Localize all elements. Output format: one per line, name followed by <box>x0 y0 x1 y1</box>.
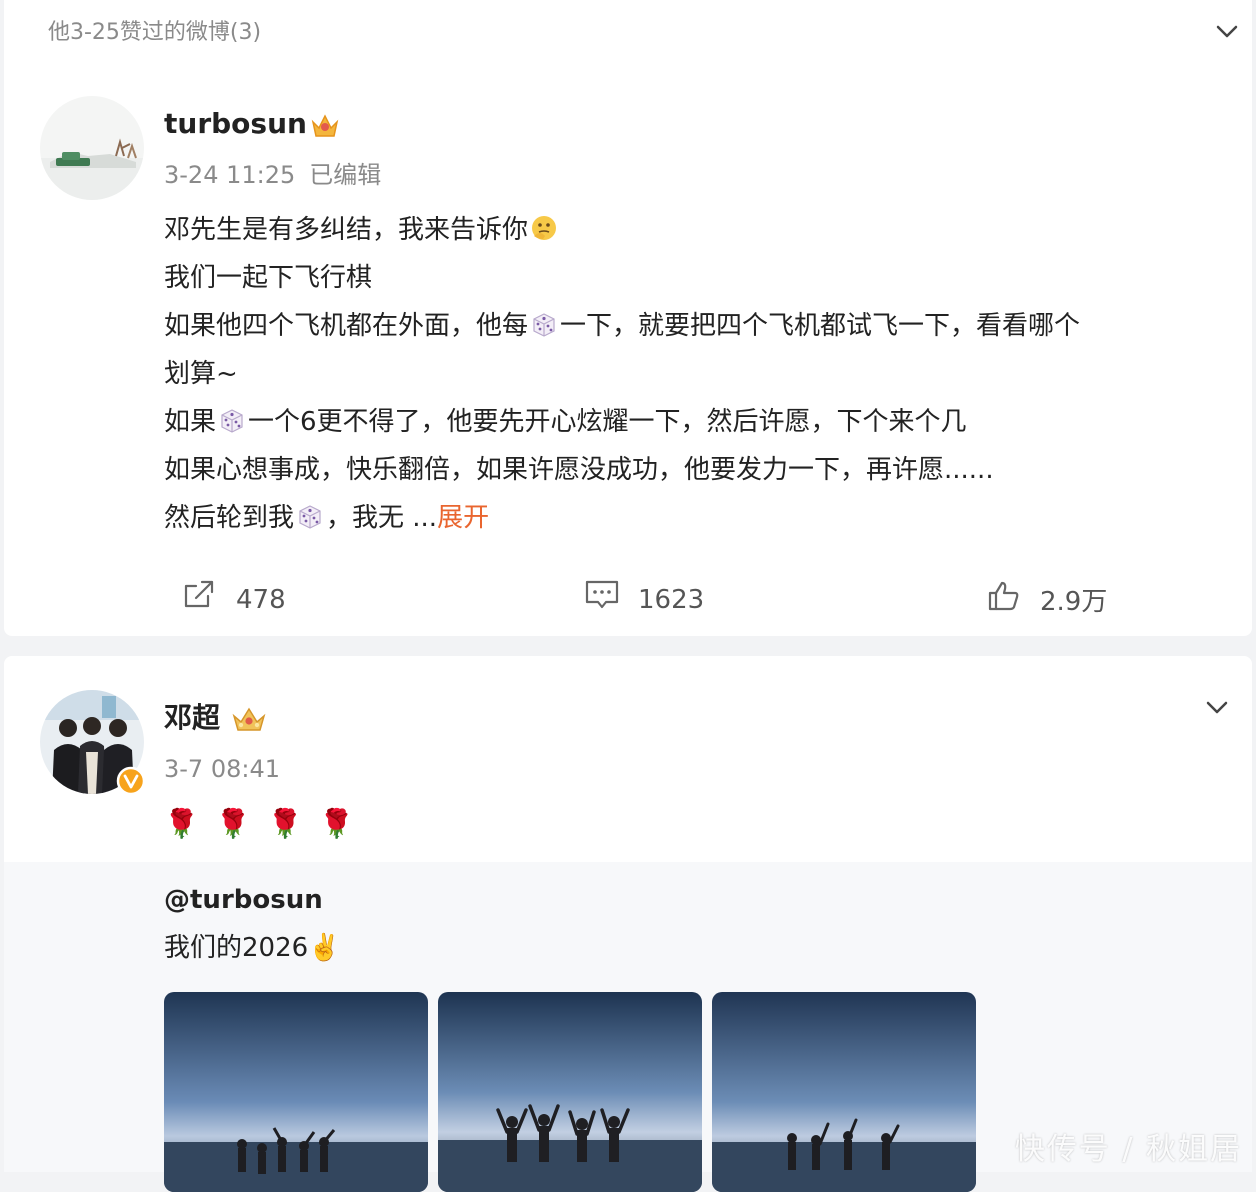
comment-icon <box>584 578 638 622</box>
repost-text: 我们的2026✌️ <box>164 933 341 963</box>
like-count: 2.9万 <box>1040 587 1108 617</box>
post-line: 如果心想事成，快乐翻倍，如果许愿没成功，他要发力一下，再许愿...... <box>164 455 994 485</box>
post-time[interactable]: 3-7 08:41 <box>164 752 280 786</box>
post-time[interactable]: 3-24 11:25 <box>164 161 295 189</box>
verified-badge-icon <box>116 766 146 800</box>
section-title: 他3-25赞过的微博(3) <box>48 20 262 45</box>
share-icon <box>182 578 236 622</box>
post-line: 邓先生是有多纠结，我来告诉你 <box>164 206 560 254</box>
edited-label: 已编辑 <box>309 161 382 189</box>
photo-thumbnail[interactable] <box>164 992 428 1192</box>
repost-button[interactable]: 478 <box>182 578 286 622</box>
watermark: 快传号 / 秋姐居 <box>1014 1132 1242 1167</box>
post-line: 如果他四个飞机都在外面，他每 一下，就要把四个飞机都试飞一下，看看哪个 <box>164 302 1080 350</box>
post-card: 邓超 3-7 08:41 🌹 🌹 🌹 🌹 @turbosun 我们的2026✌️ <box>4 656 1252 1192</box>
like-button[interactable]: 2.9万 <box>986 580 1107 624</box>
dice-emoji-icon <box>296 498 324 529</box>
dice-emoji-icon <box>530 306 558 337</box>
comment-count: 1623 <box>638 585 705 615</box>
username[interactable]: 邓超 <box>164 698 220 738</box>
thumbs-up-icon <box>986 580 1040 624</box>
expand-link[interactable]: 展开 <box>437 503 489 533</box>
thinking-emoji-icon <box>530 210 558 240</box>
dice-emoji-icon <box>218 402 246 433</box>
avatar[interactable] <box>40 96 144 200</box>
chevron-down-icon[interactable] <box>1214 18 1240 44</box>
comment-button[interactable]: 1623 <box>584 578 704 622</box>
photo-thumbnail[interactable] <box>712 992 976 1192</box>
crown-badge-icon <box>310 112 340 144</box>
repost-count: 478 <box>236 585 286 615</box>
post-line: 如果 一个6更不得了，他要先开心炫耀一下，然后许愿，下个来个几 <box>164 398 967 446</box>
post-meta: 3-24 11:25 已编辑 <box>164 158 395 192</box>
rose-emoji-row: 🌹 🌹 🌹 🌹 <box>164 807 359 840</box>
post-line: 划算~ <box>164 359 238 389</box>
chevron-down-icon[interactable] <box>1204 694 1230 720</box>
crown-badge-icon <box>230 704 268 738</box>
post-line: 然后轮到我 ，我无 ...展开 <box>164 494 489 542</box>
liked-posts-card: 他3-25赞过的微博(3) turbosun 3-24 11:25 已编辑 邓先生… <box>4 0 1252 636</box>
repost-username[interactable]: @turbosun <box>164 880 323 920</box>
photo-thumbnail[interactable] <box>438 992 702 1192</box>
username[interactable]: turbosun <box>164 104 307 144</box>
post-line: 我们一起下飞行棋 <box>164 263 373 293</box>
